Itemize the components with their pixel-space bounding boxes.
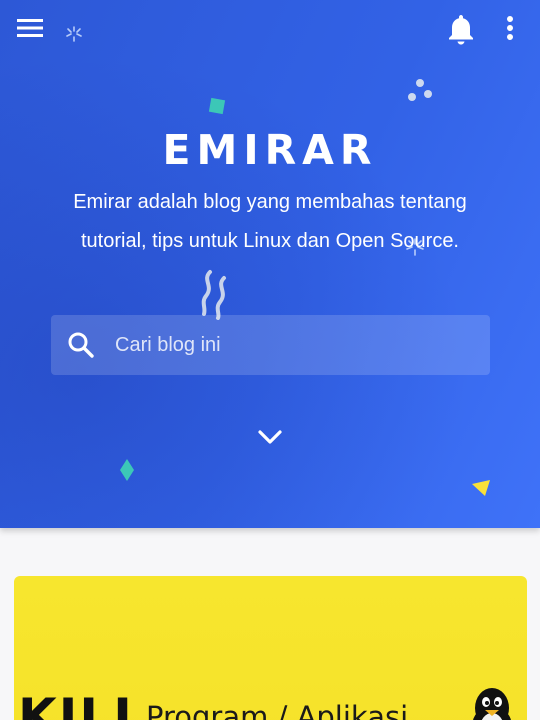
chevron-down-icon xyxy=(258,430,282,444)
yellow-triangle-decoration xyxy=(472,480,490,496)
more-vertical-icon xyxy=(507,16,513,40)
hero-banner: EMIRAR Emirar adalah blog yang membahas … xyxy=(0,0,540,528)
search-input[interactable] xyxy=(115,315,475,375)
post-image-subtitle: Program / Aplikasi xyxy=(146,700,409,720)
sparkle-decoration xyxy=(66,26,82,42)
teal-diamond-decoration xyxy=(120,459,134,481)
teal-square-decoration xyxy=(208,97,226,115)
hero-shade xyxy=(0,0,540,528)
scroll-down-button[interactable] xyxy=(256,426,284,448)
menu-button[interactable] xyxy=(16,16,44,40)
tux-penguin-icon xyxy=(472,688,512,720)
search-icon[interactable] xyxy=(66,330,96,360)
notification-button[interactable] xyxy=(445,12,477,46)
site-title: EMIRAR xyxy=(162,126,378,174)
dots-decoration xyxy=(408,79,432,101)
bell-icon xyxy=(449,15,473,45)
site-description: Emirar adalah blog yang membahas tentang… xyxy=(73,191,467,252)
featured-post-card[interactable]: KILL Program / Aplikasi xyxy=(14,576,527,720)
search-box[interactable] xyxy=(51,315,490,375)
more-options-button[interactable] xyxy=(500,14,520,44)
hamburger-menu-icon xyxy=(17,19,43,37)
post-image-title: KILL xyxy=(18,688,148,720)
squiggle-decoration xyxy=(201,270,226,320)
